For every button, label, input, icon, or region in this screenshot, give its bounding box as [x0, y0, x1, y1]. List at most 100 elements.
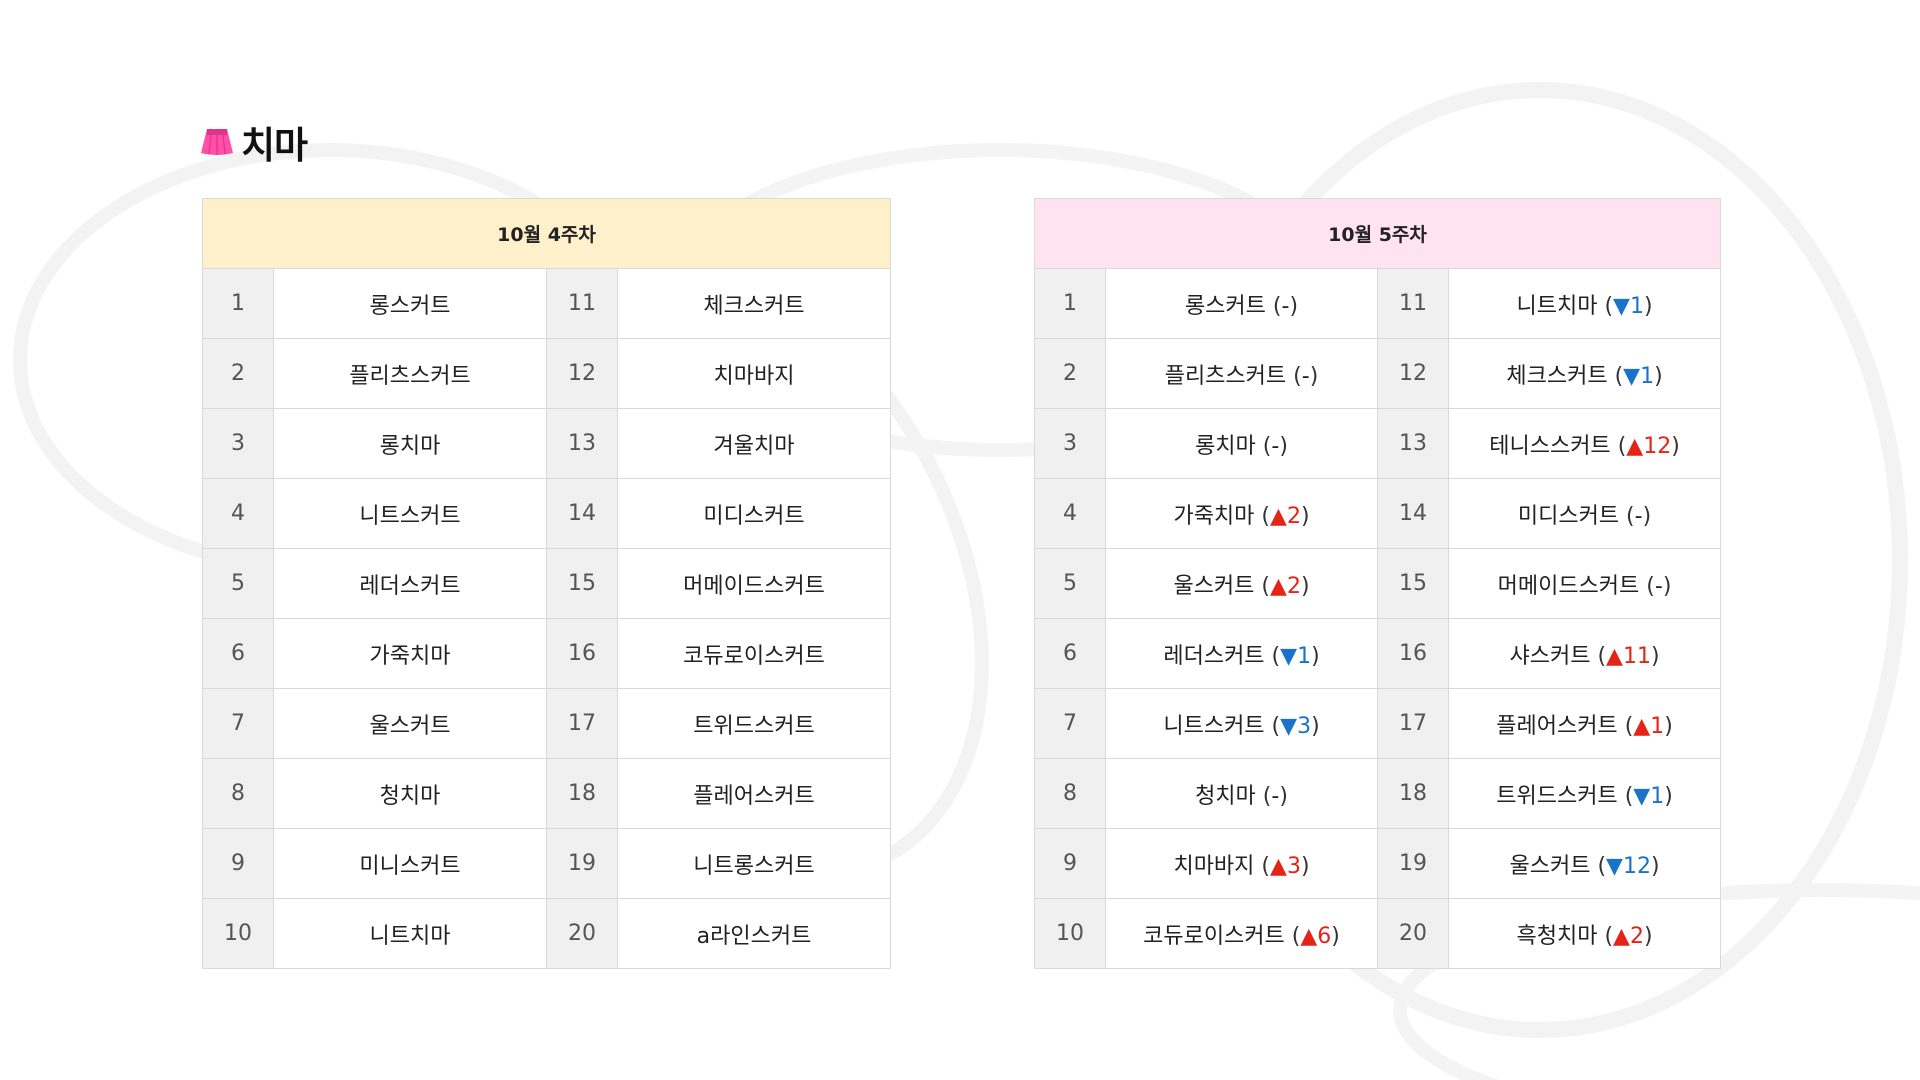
table-row: 1 롱스커트 (-) 11 니트치마 (▼1) [1034, 268, 1722, 339]
table-row: 9 미니스커트 19 니트롱스커트 [202, 828, 892, 899]
keyword-cell: 머메이드스커트 (-) [1447, 548, 1722, 619]
rank-change-value: 12 [1643, 433, 1672, 459]
rank-change-value: 2 [1286, 503, 1301, 529]
skirt-icon [199, 127, 235, 157]
rank-change-value: 1 [1297, 643, 1312, 669]
rank-number: 3 [1034, 408, 1106, 479]
keyword-cell: 니트스커트 [273, 478, 547, 549]
table-row: 2 플리츠스커트 (-) 12 체크스커트 (▼1) [1034, 338, 1722, 409]
rank-down-icon: ▼ [1633, 783, 1651, 809]
table-row: 6 가죽치마 16 코듀로이스커트 [202, 618, 892, 689]
rank-number: 20 [1377, 898, 1449, 969]
rank-up-icon: ▲ [1300, 923, 1318, 949]
keyword-label: 청치마 [1195, 783, 1256, 809]
keyword-cell: 롱스커트 [273, 268, 547, 339]
keyword-cell: 겨울치마 [616, 408, 892, 479]
rank-number: 15 [1377, 548, 1449, 619]
table-row: 6 레더스커트 (▼1) 16 샤스커트 (▲11) [1034, 618, 1722, 689]
rank-change-value: 11 [1622, 643, 1651, 669]
keyword-cell: 체크스커트 (▼1) [1447, 338, 1722, 409]
keyword-cell: 가죽치마 (▲2) [1105, 478, 1378, 549]
keyword-cell: 니트치마 (▼1) [1447, 268, 1722, 339]
rank-number: 14 [1377, 478, 1449, 549]
keyword-label: 롱스커트 [1184, 293, 1266, 319]
keyword-cell: 롱스커트 (-) [1105, 268, 1378, 339]
rank-number: 6 [1034, 618, 1106, 689]
table-row: 5 레더스커트 15 머메이드스커트 [202, 548, 892, 619]
keyword-cell: 트위드스커트 [616, 688, 892, 759]
rank-number: 1 [1034, 268, 1106, 339]
table-row: 4 니트스커트 14 미디스커트 [202, 478, 892, 549]
rank-change-value: - [1301, 363, 1310, 389]
rank-change-value: 1 [1640, 363, 1655, 389]
rank-number: 7 [1034, 688, 1106, 759]
rank-number: 16 [1377, 618, 1449, 689]
rank-number: 12 [1377, 338, 1449, 409]
keyword-cell: 울스커트 [273, 688, 547, 759]
keyword-label: 치마바지 [1173, 853, 1255, 879]
rank-number: 4 [1034, 478, 1106, 549]
keyword-cell: 롱치마 [273, 408, 547, 479]
keyword-cell: 치마바지 (▲3) [1105, 828, 1378, 899]
rank-number: 14 [546, 478, 618, 549]
rank-change-value: 3 [1297, 713, 1312, 739]
rank-number: 2 [1034, 338, 1106, 409]
keyword-label: 울스커트 [1173, 573, 1255, 599]
rank-number: 5 [202, 548, 274, 619]
week5-header: 10월 5주차 [1033, 198, 1722, 269]
keyword-label: 니트스커트 [1163, 713, 1265, 739]
keyword-cell: 테니스스커트 (▲12) [1447, 408, 1722, 479]
rank-change-value: 2 [1629, 923, 1644, 949]
rank-number: 2 [202, 338, 274, 409]
keyword-cell: 흑청치마 (▲2) [1447, 898, 1722, 969]
keyword-label: 플레어스커트 [1496, 713, 1618, 739]
rank-number: 4 [202, 478, 274, 549]
ranking-table-week4: 10월 4주차 1 롱스커트 11 체크스커트 2 플리츠스커트 12 치마바지 3 롱치마 13 겨… [201, 198, 892, 969]
keyword-label: 가죽치마 [1173, 503, 1255, 529]
keyword-cell: 머메이드스커트 [616, 548, 892, 619]
rank-number: 19 [546, 828, 618, 899]
keyword-cell: 레더스커트 [273, 548, 547, 619]
rank-up-icon: ▲ [1613, 923, 1630, 949]
keyword-label: 체크스커트 [1506, 363, 1608, 389]
rank-change-value: 1 [1650, 783, 1665, 809]
rank-number: 12 [546, 338, 618, 409]
keyword-label: 샤스커트 [1509, 643, 1591, 669]
rank-number: 13 [1377, 408, 1449, 479]
rank-down-icon: ▼ [1280, 713, 1298, 739]
rank-number: 11 [546, 268, 618, 339]
keyword-cell: 샤스커트 (▲11) [1447, 618, 1722, 689]
keyword-cell: 미니스커트 [273, 828, 547, 899]
rank-number: 18 [1377, 758, 1449, 829]
table-row: 3 롱치마 13 겨울치마 [202, 408, 892, 479]
keyword-label: 테니스스커트 [1489, 433, 1611, 459]
keyword-cell: 플레어스커트 (▲1) [1447, 688, 1722, 759]
table-row: 10 니트치마 20 a라인스커트 [202, 898, 892, 969]
rank-number: 5 [1034, 548, 1106, 619]
rank-up-icon: ▲ [1633, 713, 1651, 739]
keyword-cell: 가죽치마 [273, 618, 547, 689]
rank-number: 16 [546, 618, 618, 689]
keyword-cell: 울스커트 (▼12) [1447, 828, 1722, 899]
rank-up-icon: ▲ [1270, 573, 1287, 599]
table-row: 10 코듀로이스커트 (▲6) 20 흑청치마 (▲2) [1034, 898, 1722, 969]
table-row: 9 치마바지 (▲3) 19 울스커트 (▼12) [1034, 828, 1722, 899]
table-row: 4 가죽치마 (▲2) 14 미디스커트 (-) [1034, 478, 1722, 549]
rank-number: 11 [1377, 268, 1449, 339]
keyword-cell: 플리츠스커트 [273, 338, 547, 409]
rank-up-icon: ▲ [1606, 643, 1623, 669]
rank-down-icon: ▼ [1623, 363, 1641, 389]
rank-up-icon: ▲ [1270, 503, 1287, 529]
rank-number: 1 [202, 268, 274, 339]
rank-number: 19 [1377, 828, 1449, 899]
rank-number: 13 [546, 408, 618, 479]
rank-up-icon: ▲ [1270, 853, 1287, 879]
rank-change-value: 1 [1629, 293, 1644, 319]
keyword-cell: 니트치마 [273, 898, 547, 969]
rank-number: 17 [1377, 688, 1449, 759]
keyword-label: 머메이드스커트 [1497, 573, 1640, 599]
page-title: 치마 [241, 124, 308, 167]
rank-number: 10 [202, 898, 274, 969]
rank-number: 7 [202, 688, 274, 759]
rank-up-icon: ▲ [1626, 433, 1644, 459]
